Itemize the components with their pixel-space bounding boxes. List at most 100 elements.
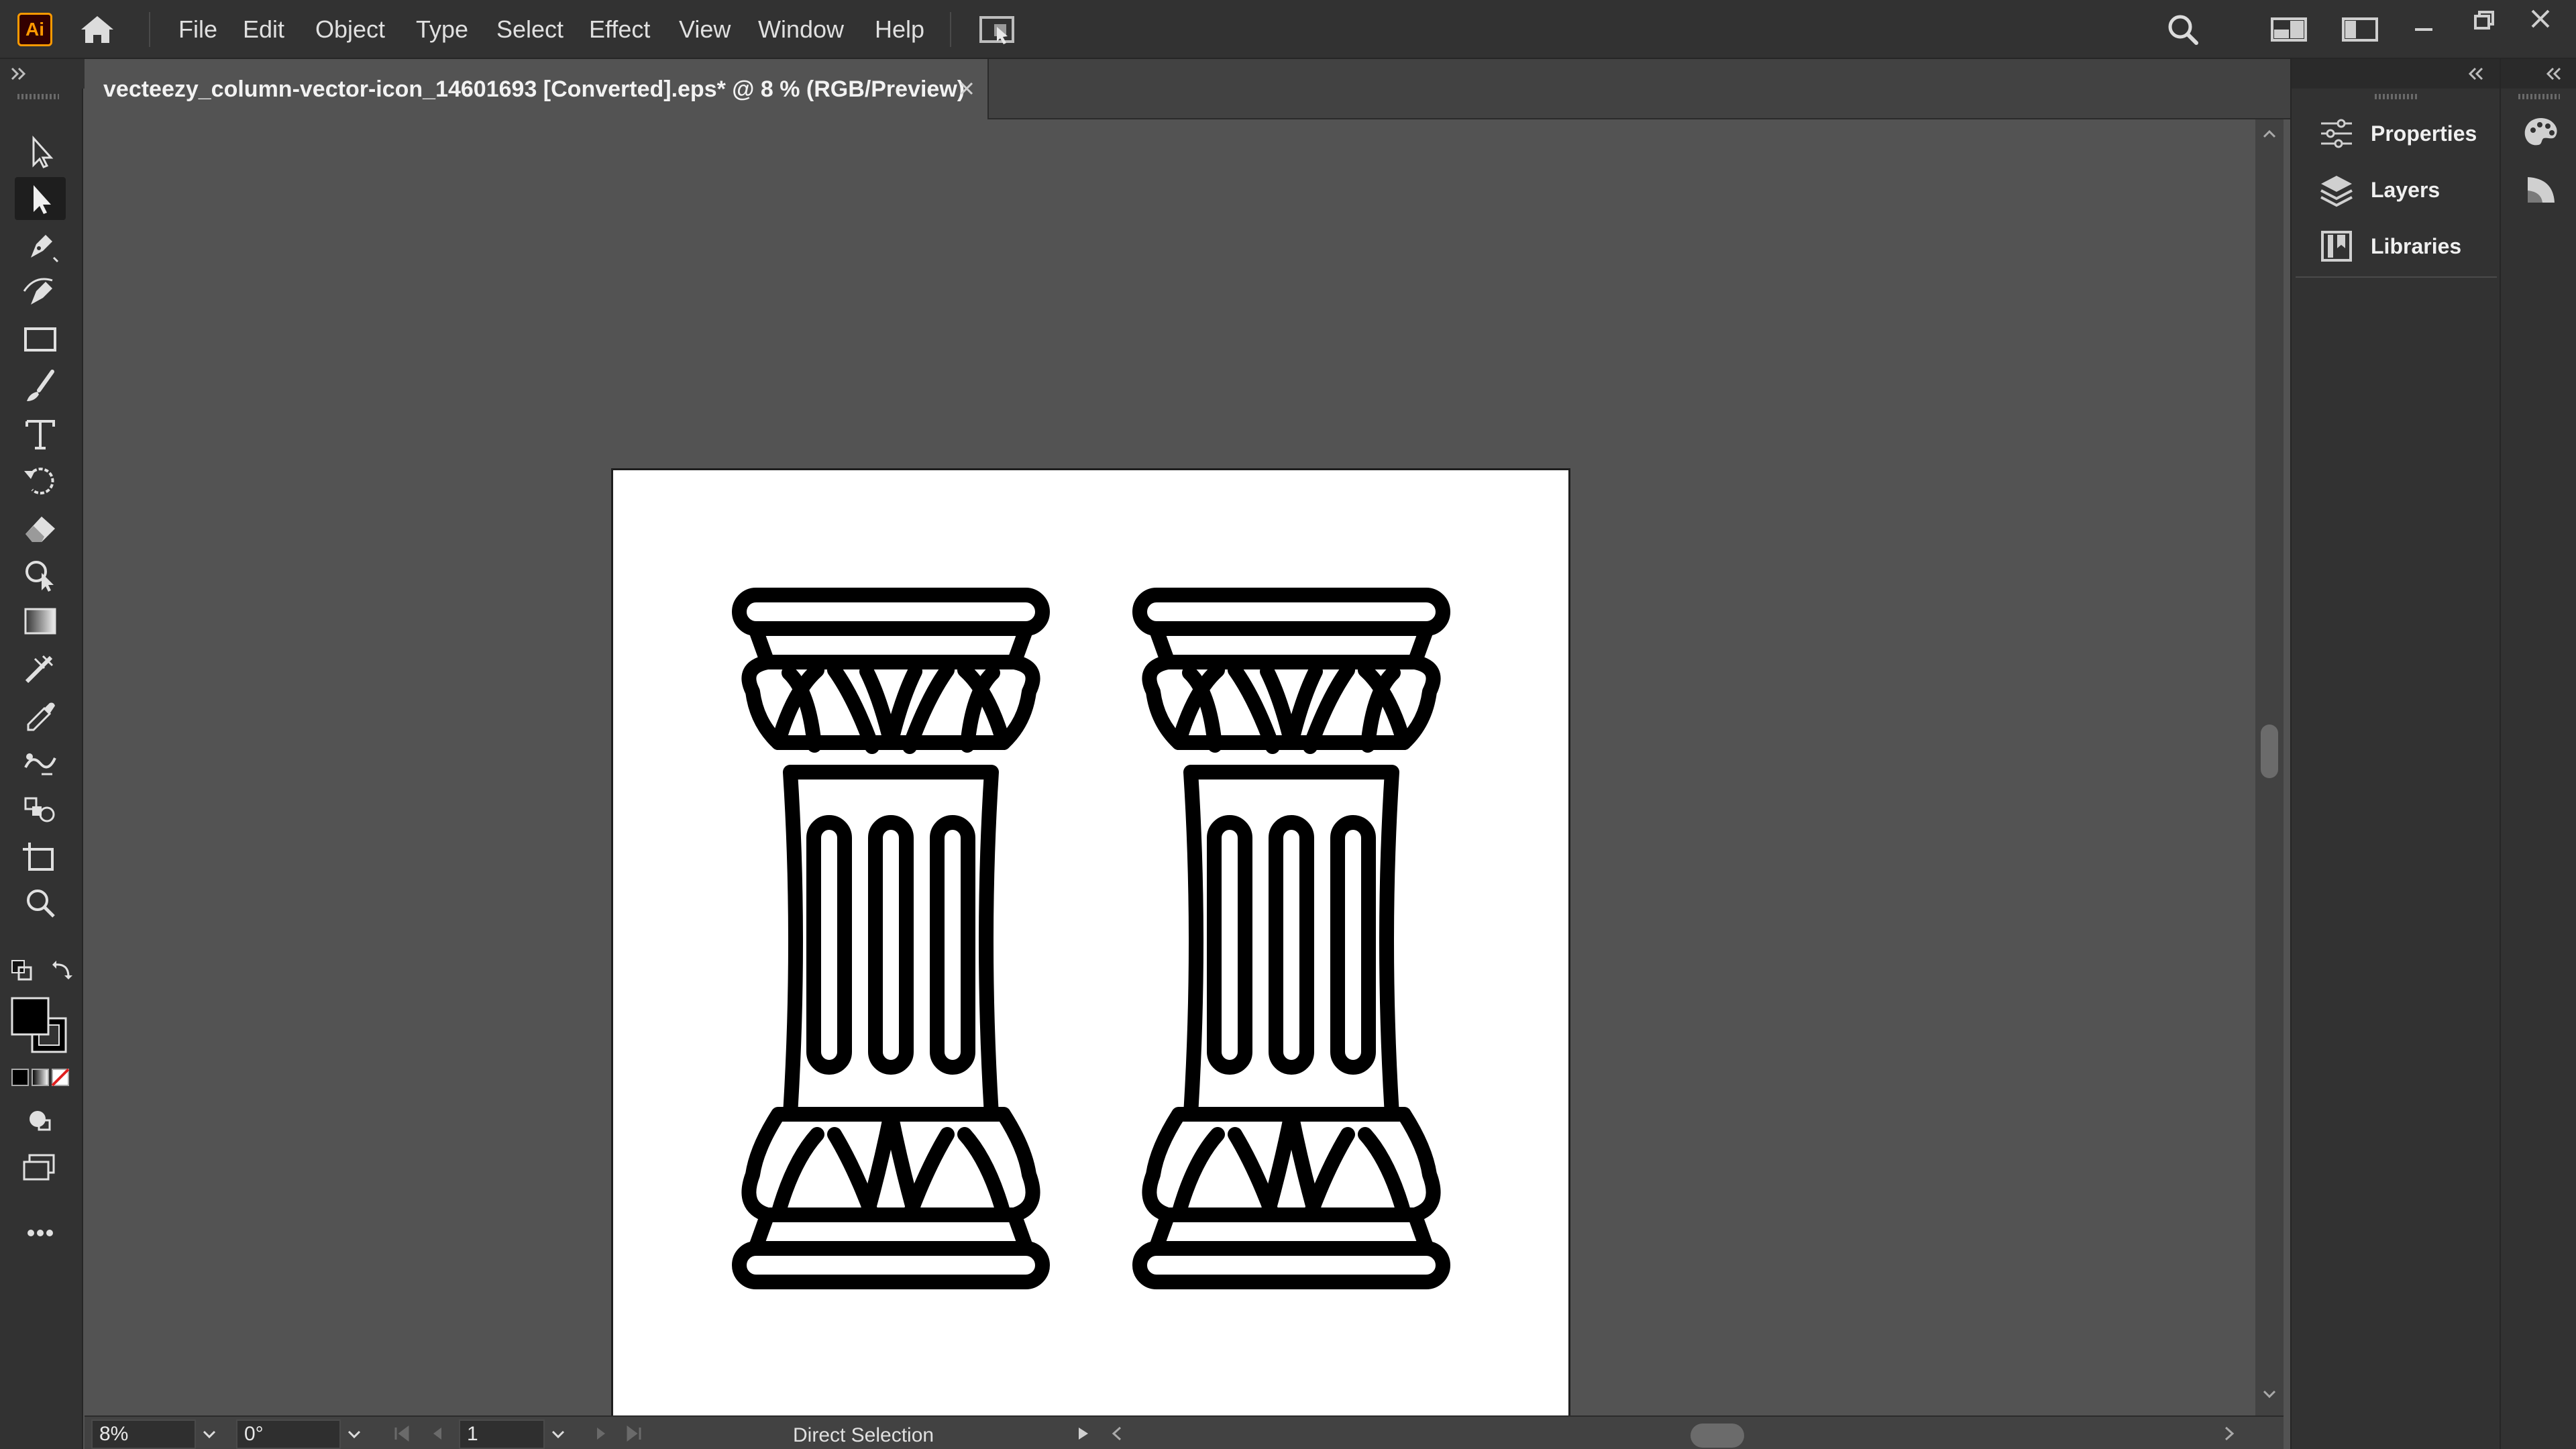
default-colors-icon[interactable]: [9, 958, 34, 982]
status-menu-arrow-icon[interactable]: [1073, 1422, 1093, 1445]
last-artboard-icon[interactable]: [624, 1422, 644, 1445]
search-icon[interactable]: [2164, 12, 2202, 47]
more-tools-icon: [28, 1230, 53, 1236]
panel-grip[interactable]: [2375, 94, 2418, 99]
current-tool-status: Direct Selection: [793, 1424, 934, 1446]
shape-builder-icon: [25, 561, 54, 592]
artboard-number-field[interactable]: 1: [459, 1419, 545, 1449]
minimize-icon[interactable]: [2408, 12, 2439, 39]
tool-selection[interactable]: [15, 130, 66, 173]
swap-colors-icon[interactable]: [50, 958, 74, 982]
tool-type[interactable]: [15, 412, 66, 455]
tool-rectangle[interactable]: [15, 318, 66, 361]
column-left-illustration: [732, 588, 1050, 1289]
panel-layers[interactable]: Layers: [2298, 162, 2497, 217]
toolbar-collapse-strip[interactable]: [0, 59, 85, 89]
selection-arrow-icon: [32, 136, 54, 168]
panel-layout-icon[interactable]: [2340, 13, 2380, 46]
properties-icon: [2318, 115, 2355, 152]
rectangle-icon: [24, 327, 56, 352]
document-tab-title: vecteezy_column-vector-icon_14601693 [Co…: [103, 76, 965, 102]
tool-symbol-sprayer[interactable]: [15, 788, 66, 830]
tool-curvature[interactable]: [15, 271, 66, 314]
zoom-level-field[interactable]: 8%: [91, 1419, 196, 1449]
zoom-dropdown-chevron-icon[interactable]: [196, 1421, 223, 1448]
tool-rotate[interactable]: [15, 459, 66, 502]
document-tab-bar: vecteezy_column-vector-icon_14601693 [Co…: [85, 59, 2290, 119]
menu-select[interactable]: Select: [496, 0, 564, 59]
expand-panels-icon[interactable]: [2545, 66, 2565, 82]
menu-window[interactable]: Window: [758, 0, 844, 59]
tool-shape-builder[interactable]: [15, 553, 66, 596]
vertical-scroll-thumb[interactable]: [2261, 724, 2278, 778]
canvas-area[interactable]: [85, 119, 2262, 1428]
close-window-icon[interactable]: [2524, 4, 2557, 34]
panel-properties[interactable]: Properties: [2298, 106, 2497, 161]
menu-help[interactable]: Help: [875, 0, 924, 59]
tool-eyedropper[interactable]: [15, 694, 66, 737]
panel-libraries[interactable]: Libraries: [2298, 219, 2497, 274]
menu-separator: [950, 12, 951, 47]
collapse-panels-icon[interactable]: [2467, 66, 2487, 82]
scroll-left-icon[interactable]: [1107, 1422, 1127, 1445]
horizontal-scroll-thumb[interactable]: [1690, 1424, 1744, 1448]
double-chevron-right-icon[interactable]: [9, 66, 30, 82]
menu-type[interactable]: Type: [416, 0, 468, 59]
fill-stroke-swatches[interactable]: [9, 996, 70, 1056]
tools-panel: [0, 89, 83, 1449]
menu-effect[interactable]: Effect: [589, 0, 650, 59]
workspace-switcher-icon[interactable]: [2269, 13, 2309, 46]
previous-artboard-icon[interactable]: [427, 1422, 447, 1445]
eraser-icon: [25, 517, 55, 542]
tool-direct-selection[interactable]: [15, 177, 66, 220]
tool-draw-mode[interactable]: [15, 1099, 66, 1142]
gradient-swatch-icon[interactable]: [2521, 170, 2561, 208]
panel-grip[interactable]: [2518, 94, 2560, 99]
tool-puppet-warp[interactable]: [15, 741, 66, 784]
panel-dock: Properties Layers Libraries: [2290, 59, 2501, 1449]
color-mode-buttons[interactable]: [11, 1067, 71, 1088]
tool-width[interactable]: [15, 647, 66, 690]
panel-properties-label: Properties: [2371, 121, 2477, 146]
tool-screen-mode[interactable]: [15, 1146, 66, 1189]
edit-toolbar-button[interactable]: [15, 1210, 66, 1253]
arrange-documents-icon[interactable]: [977, 12, 1017, 47]
tool-artboard[interactable]: [15, 835, 66, 877]
paintbrush-icon: [27, 370, 54, 401]
color-palette-icon[interactable]: [2521, 114, 2561, 152]
curvature-pen-icon: [23, 278, 53, 305]
column-artwork[interactable]: [613, 470, 1568, 1426]
next-artboard-icon[interactable]: [592, 1422, 612, 1445]
tool-gradient[interactable]: [15, 600, 66, 643]
scroll-right-icon[interactable]: [2219, 1422, 2239, 1445]
layers-icon: [2318, 172, 2355, 208]
scroll-up-icon[interactable]: [2261, 126, 2278, 142]
tool-zoom[interactable]: [15, 881, 66, 924]
iconic-panel-dock: [2500, 59, 2576, 1449]
document-tab[interactable]: vecteezy_column-vector-icon_14601693 [Co…: [85, 59, 989, 119]
menu-object[interactable]: Object: [315, 0, 385, 59]
symbol-sprayer-icon: [24, 797, 55, 822]
artboard[interactable]: [611, 468, 1570, 1428]
menu-edit[interactable]: Edit: [243, 0, 284, 59]
menu-view[interactable]: View: [679, 0, 731, 59]
restore-icon[interactable]: [2469, 7, 2500, 34]
vertical-scrollbar[interactable]: [2255, 119, 2284, 1415]
rotation-field[interactable]: 0°: [236, 1419, 341, 1449]
menu-file[interactable]: File: [178, 0, 217, 59]
first-artboard-icon[interactable]: [392, 1422, 412, 1445]
home-icon[interactable]: [77, 13, 117, 46]
close-tab-icon[interactable]: [957, 78, 977, 99]
menu-bar: Ai File Edit Object Type Select Effect V…: [0, 0, 2576, 59]
panel-grip[interactable]: [17, 94, 59, 99]
tool-pen[interactable]: [15, 224, 66, 267]
artboard-dropdown-chevron-icon[interactable]: [545, 1421, 572, 1448]
tool-eraser[interactable]: [15, 506, 66, 549]
tool-paintbrush[interactable]: [15, 365, 66, 408]
scroll-down-icon[interactable]: [2261, 1386, 2278, 1402]
iconic-dock-header: [2501, 59, 2576, 89]
rotation-dropdown-chevron-icon[interactable]: [341, 1421, 368, 1448]
libraries-icon: [2318, 228, 2355, 264]
panel-divider: [2296, 276, 2497, 278]
artboard-icon: [23, 843, 54, 871]
